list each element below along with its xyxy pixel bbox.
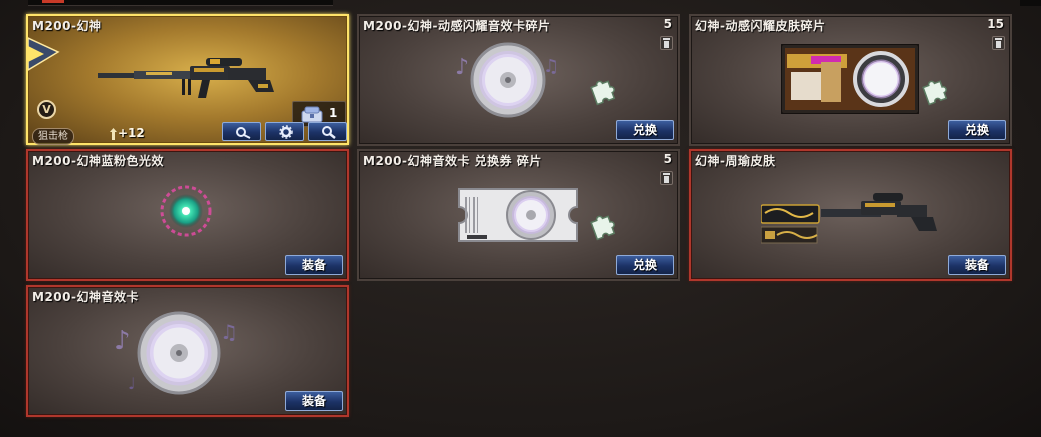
top-right-fragment [1020,0,1041,6]
item-card-skin-fragment[interactable]: 幻神-动感闪耀皮肤碎片 15 兑换 [689,14,1012,146]
item-count: 5 [663,17,672,31]
item-title: 幻神-动感闪耀皮肤碎片 [695,19,826,33]
puzzle-piece-icon [590,80,616,106]
delete-button[interactable] [660,36,673,50]
equip-button[interactable]: 装备 [948,255,1006,275]
voucher-ticket-image [458,188,578,242]
settings-button[interactable] [265,122,304,141]
magnifier-icon [322,126,336,139]
item-count: 5 [663,152,672,166]
m200-rifle-image [98,58,274,98]
item-title: 幻神-周瑜皮肤 [695,154,776,168]
trash-icon [995,38,1002,48]
item-title: M200-幻神音效卡 [32,290,139,304]
category-tag: 狙击枪 [32,128,74,145]
upgrade-arrow-icon [110,128,117,140]
svg-text:♫: ♫ [220,320,238,344]
equip-button[interactable]: 装备 [285,255,343,275]
light-effect-orb-image [160,185,212,237]
item-card-sound-card-fragment[interactable]: M200-幻神-动感闪耀音效卡碎片 5 ♪ ♫ 兑换 [357,14,680,146]
skin-fragment-image [781,44,919,114]
item-count: 15 [987,17,1004,31]
svg-text:♩: ♩ [128,374,136,393]
vip-badge: V [37,100,56,119]
svg-text:♪: ♪ [114,326,131,356]
item-card-voucher-fragment[interactable]: M200-幻神音效卡 兑换券 碎片 5 兑换 [357,149,680,281]
item-title: M200-幻神音效卡 兑换券 碎片 [363,154,542,168]
gear-icon [279,125,293,139]
corner-decoration-icon [28,37,60,71]
item-card-light-effect[interactable]: M200-幻神蓝粉色光效 装备 [26,149,349,281]
puzzle-piece-icon [922,80,948,106]
upgrade-level: +12 [118,126,145,140]
svg-text:♪: ♪ [455,55,469,80]
item-title: M200-幻神-动感闪耀音效卡碎片 [363,19,551,33]
item-box-icon [301,106,323,123]
search-button[interactable] [308,122,347,141]
modify-button[interactable] [222,122,261,141]
exchange-button[interactable]: 兑换 [616,120,674,140]
delete-button[interactable] [660,171,673,185]
delete-button[interactable] [992,36,1005,50]
zhouyu-skin-rifle-image [761,193,937,244]
item-card-sound-card[interactable]: M200-幻神音效卡 ♪ ♫ ♩ 装备 [26,285,349,417]
weapon-card-m200[interactable]: M200-幻神 V 狙击枪 +12 1 [26,14,349,145]
item-count: 1 [329,106,338,120]
wrench-gear-icon [236,127,251,139]
item-card-zhouyu-skin[interactable]: 幻神-周瑜皮肤 装备 [689,149,1012,281]
exchange-button[interactable]: 兑换 [948,120,1006,140]
trash-icon [663,38,670,48]
top-bar-accent [42,0,64,3]
item-title: M200-幻神蓝粉色光效 [32,154,164,168]
item-title: M200-幻神 [32,19,102,33]
puzzle-piece-icon [590,215,616,241]
top-bar-fragment [28,0,333,6]
svg-text:♫: ♫ [543,56,559,77]
trash-icon [663,173,670,183]
sound-card-disc-image: ♪ ♫ [455,42,559,118]
equip-button[interactable]: 装备 [285,391,343,411]
sound-card-disc-image: ♪ ♫ ♩ [114,311,238,395]
exchange-button[interactable]: 兑换 [616,255,674,275]
